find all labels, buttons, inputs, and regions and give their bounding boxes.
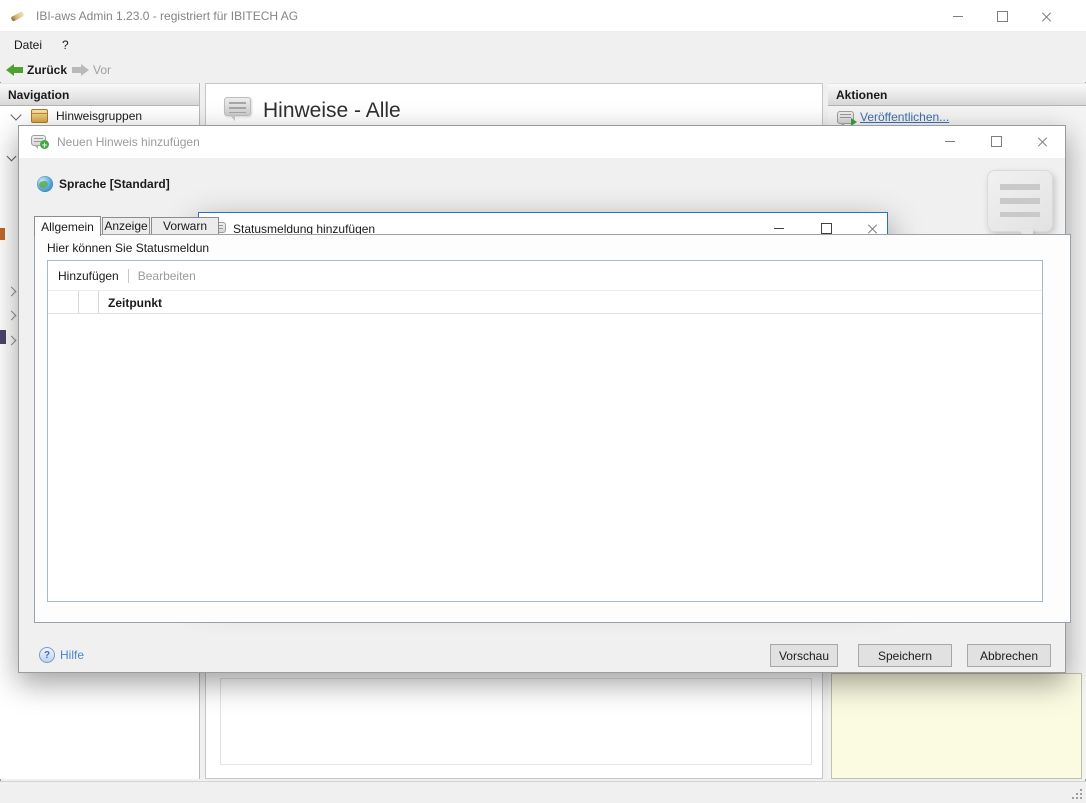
minimize-icon: [945, 141, 955, 142]
app-window: IBI-aws Admin 1.23.0 - registriert für I…: [0, 0, 1086, 803]
maximize-icon: [997, 11, 1008, 22]
list-column-header-row: Zeitpunkt: [48, 291, 1042, 314]
main-window-title: IBI-aws Admin 1.23.0 - registriert für I…: [36, 0, 298, 32]
close-icon: [867, 223, 878, 234]
expander-right-icon[interactable]: [7, 311, 17, 321]
sidebar-item-hinweisgruppen[interactable]: Hinweisgruppen: [0, 105, 199, 127]
language-selector[interactable]: Sprache [Standard]: [37, 176, 170, 192]
toolbar: [0, 58, 1086, 82]
navigation-header: Navigation: [0, 83, 199, 106]
minimize-button[interactable]: [930, 126, 970, 157]
minimize-icon: [953, 16, 963, 17]
back-arrow-icon: [6, 64, 23, 76]
dialog1-titlebar: + Neuen Hinweis hinzufügen: [19, 126, 1065, 158]
tab-content-panel: Hier können Sie Statusmeldun Hinzufügen …: [34, 234, 1071, 623]
main-titlebar: IBI-aws Admin 1.23.0 - registriert für I…: [0, 0, 1086, 32]
resize-grip[interactable]: [1071, 788, 1083, 800]
forward-arrow-icon: [72, 64, 89, 76]
tree-icon-sliver: [0, 330, 6, 344]
menubar: [0, 32, 1086, 58]
tab-anzeige[interactable]: Anzeige: [102, 217, 150, 235]
close-icon: [1041, 11, 1052, 22]
dialog-add-notice: + Neuen Hinweis hinzufügen Sprache [Stan…: [18, 125, 1066, 673]
statusbar: [0, 781, 1086, 803]
publish-link[interactable]: Veröffentlichen...: [837, 110, 949, 124]
maximize-button[interactable]: [976, 126, 1016, 157]
tab-vorwarn[interactable]: Vorwarn: [151, 217, 219, 235]
actions-header: Aktionen: [828, 83, 1086, 106]
tree-icon-sliver: [0, 228, 5, 240]
menu-help[interactable]: ?: [56, 32, 75, 58]
expander-down-icon[interactable]: [10, 109, 21, 120]
cancel-button[interactable]: Abbrechen: [967, 644, 1051, 667]
list-placeholder: [220, 678, 812, 765]
plus-badge-icon: +: [40, 140, 49, 149]
help-icon: ?: [39, 647, 55, 663]
column-zeitpunkt[interactable]: Zeitpunkt: [108, 291, 162, 314]
expander-right-icon[interactable]: [7, 287, 17, 297]
close-button[interactable]: [1022, 126, 1062, 157]
forward-button[interactable]: Vor: [72, 63, 111, 77]
list-add-button[interactable]: Hinzufügen: [58, 269, 119, 283]
save-button[interactable]: Speichern: [858, 644, 952, 667]
help-link[interactable]: ? Hilfe: [39, 647, 84, 663]
maximize-icon: [821, 223, 832, 234]
close-button[interactable]: [1024, 0, 1068, 32]
toolbar-separator: [128, 269, 129, 283]
back-button[interactable]: Zurück: [6, 63, 67, 77]
maximize-button[interactable]: [980, 0, 1024, 32]
tree-item-label: Hinweisgruppen: [56, 109, 142, 123]
publish-bubble-icon: [837, 111, 854, 124]
globe-icon: [37, 176, 53, 192]
tab-allgemein[interactable]: Allgemein: [34, 216, 101, 236]
group-box-icon: [31, 109, 48, 123]
hint-text: Hier können Sie Statusmeldun: [47, 241, 647, 255]
preview-button[interactable]: Vorschau: [770, 644, 838, 667]
maximize-icon: [991, 136, 1002, 147]
status-message-list: Hinzufügen Bearbeiten Zeitpunkt: [47, 260, 1043, 602]
menu-datei[interactable]: Datei: [8, 32, 48, 58]
minimize-button[interactable]: [936, 0, 980, 32]
minimize-icon: [774, 228, 784, 229]
page-title: Hinweise - Alle: [263, 99, 401, 123]
note-preview-panel: [831, 673, 1082, 779]
notice-bubble-icon: [224, 97, 251, 116]
watermark-bubble-icon: [987, 170, 1053, 232]
list-edit-button[interactable]: Bearbeiten: [138, 269, 196, 283]
expander-right-icon[interactable]: [7, 336, 17, 346]
notice-add-icon: +: [31, 135, 46, 146]
close-icon: [1037, 136, 1048, 147]
expander-down-icon[interactable]: [7, 152, 17, 162]
list-toolbar: Hinzufügen Bearbeiten: [48, 261, 1042, 291]
app-icon: [11, 9, 26, 23]
dialog1-title: Neuen Hinweis hinzufügen: [57, 126, 200, 158]
